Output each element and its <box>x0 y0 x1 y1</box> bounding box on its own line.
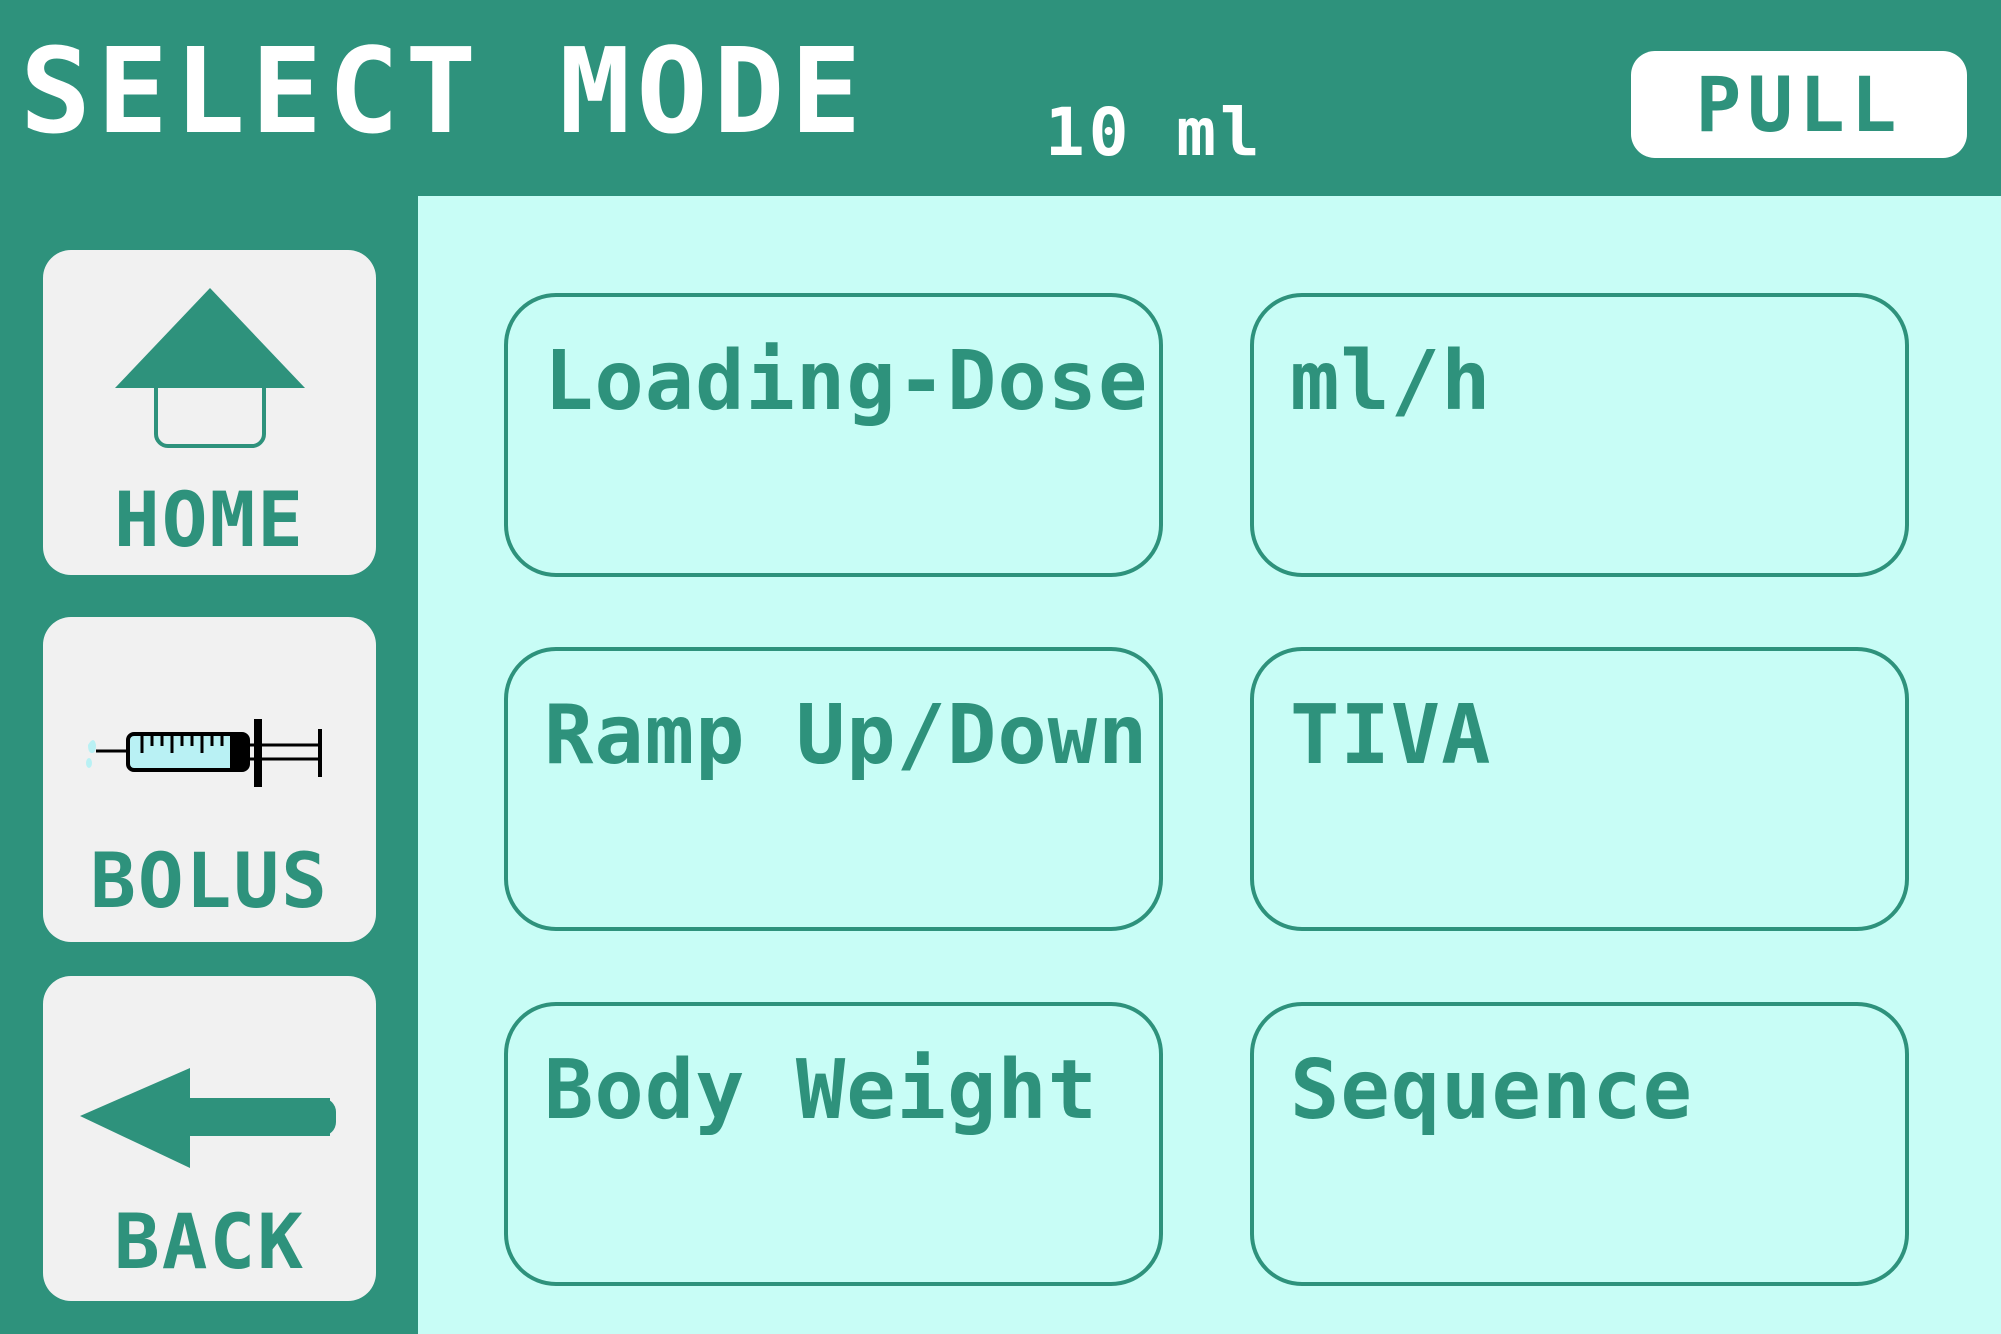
mode-label: Loading-Dose <box>544 334 1149 429</box>
mode-loading-dose-button[interactable]: Loading-Dose <box>504 293 1163 577</box>
mode-label: ml/h <box>1290 334 1492 429</box>
mode-sequence-button[interactable]: Sequence <box>1250 1002 1909 1286</box>
mode-body-weight-button[interactable]: Body Weight <box>504 1002 1163 1286</box>
mode-label: Ramp Up/Down <box>544 688 1149 783</box>
pump-screen: SELECT MODE 10 ml PULL HOME BOLUS BACK L… <box>0 0 2001 1334</box>
mode-panel: Loading-Dose ml/h Ramp Up/Down TIVA Body… <box>418 196 2001 1334</box>
mode-label: TIVA <box>1290 688 1492 783</box>
syringe-volume: 10 ml <box>1045 94 1264 171</box>
bolus-button[interactable]: BOLUS <box>43 617 376 942</box>
back-label: BACK <box>113 1197 306 1286</box>
home-button[interactable]: HOME <box>43 250 376 575</box>
back-button[interactable]: BACK <box>43 976 376 1301</box>
mode-ml-per-h-button[interactable]: ml/h <box>1250 293 1909 577</box>
mode-label: Body Weight <box>544 1043 1099 1138</box>
syringe-icon <box>43 717 376 797</box>
mode-ramp-up-down-button[interactable]: Ramp Up/Down <box>504 647 1163 931</box>
mode-tiva-button[interactable]: TIVA <box>1250 647 1909 931</box>
home-icon <box>43 286 376 466</box>
page-title: SELECT MODE <box>20 22 868 160</box>
back-arrow-icon <box>43 1068 376 1178</box>
pull-button[interactable]: PULL <box>1631 51 1967 158</box>
mode-label: Sequence <box>1290 1043 1693 1138</box>
home-label: HOME <box>113 475 306 564</box>
bolus-label: BOLUS <box>90 836 329 925</box>
